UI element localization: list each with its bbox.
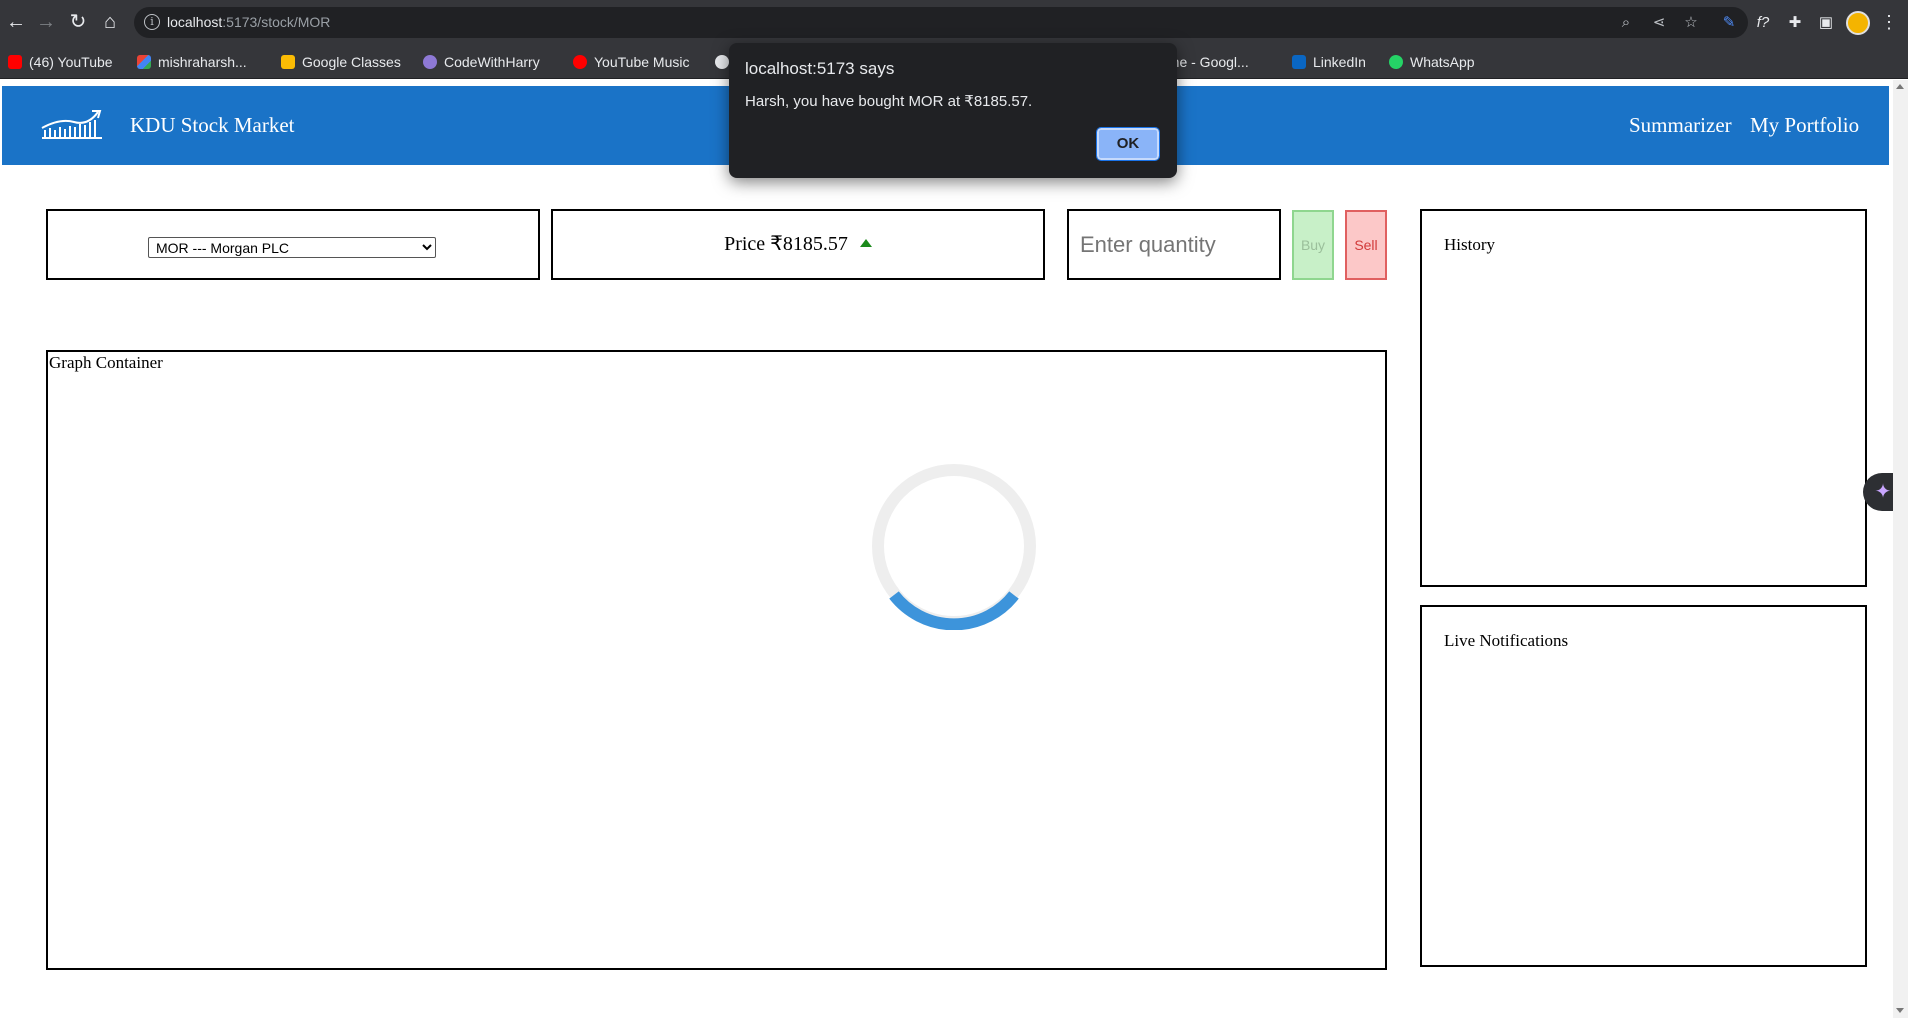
- graph-container: Graph Container: [46, 350, 1387, 970]
- bookmark-gmail[interactable]: mishraharsh...: [137, 52, 247, 72]
- youtube-icon: [8, 55, 22, 69]
- bookmark-label: WhatsApp: [1410, 54, 1475, 70]
- bookmark-github[interactable]: [715, 52, 729, 72]
- page-content: KDU Stock Market Summarizer My Portfolio…: [0, 80, 1908, 1018]
- github-icon: [715, 55, 729, 69]
- bookmark-youtube-music[interactable]: YouTube Music: [573, 52, 689, 72]
- bookmark-label: (46) YouTube: [29, 54, 113, 70]
- live-notifications-title: Live Notifications: [1444, 631, 1569, 650]
- bookmark-youtube[interactable]: (46) YouTube: [8, 52, 113, 72]
- alert-dialog: localhost:5173 says Harsh, you have boug…: [729, 43, 1177, 178]
- scroll-up-arrow-icon[interactable]: [1896, 84, 1904, 89]
- bookmark-label: Google Classes: [302, 54, 401, 70]
- scroll-down-arrow-icon[interactable]: [1896, 1008, 1904, 1013]
- zoom-icon[interactable]: ⌕: [1616, 13, 1636, 33]
- profile-avatar[interactable]: [1846, 11, 1870, 35]
- bookmark-label: LinkedIn: [1313, 54, 1366, 70]
- price-up-arrow-icon: [859, 239, 872, 247]
- whatsapp-icon: [1389, 55, 1403, 69]
- live-notifications-panel: Live Notifications: [1420, 605, 1867, 967]
- history-panel: History: [1420, 209, 1867, 587]
- buy-button[interactable]: Buy: [1292, 210, 1334, 280]
- dialog-title: localhost:5173 says: [745, 59, 895, 78]
- site-info-icon[interactable]: i: [144, 14, 160, 30]
- google-classroom-icon: [281, 55, 295, 69]
- nav-my-portfolio[interactable]: My Portfolio: [1750, 113, 1859, 138]
- bookmark-label: YouTube Music: [594, 54, 690, 70]
- bookmark-whatsapp[interactable]: WhatsApp: [1389, 52, 1475, 72]
- price-label: Price ₹8185.57: [724, 233, 848, 255]
- nav-summarizer[interactable]: Summarizer: [1629, 113, 1732, 138]
- url-text[interactable]: localhost:5173/stock/MOR: [167, 14, 330, 30]
- share-icon[interactable]: ⋖: [1649, 13, 1669, 33]
- bookmark-label: CodeWithHarry: [444, 54, 540, 70]
- dialog-ok-button[interactable]: OK: [1096, 127, 1160, 161]
- extension-pen-icon[interactable]: ✎: [1718, 12, 1740, 34]
- bookmark-google-classes[interactable]: Google Classes: [281, 52, 401, 72]
- home-icon[interactable]: ⌂: [98, 10, 122, 34]
- bookmark-codewithharry[interactable]: CodeWithHarry: [423, 52, 540, 72]
- extensions-puzzle-icon[interactable]: ✚: [1784, 12, 1806, 34]
- graph-title: Graph Container: [49, 353, 163, 372]
- gmail-icon: [137, 55, 151, 69]
- codewithharry-icon: [423, 55, 437, 69]
- sell-button[interactable]: Sell: [1345, 210, 1387, 280]
- stock-dropdown[interactable]: MOR --- Morgan PLC: [148, 237, 436, 258]
- side-panel-icon[interactable]: ▣: [1815, 12, 1837, 34]
- extension-formula-icon[interactable]: f?: [1752, 12, 1774, 34]
- bookmark-star-icon[interactable]: ☆: [1681, 13, 1701, 33]
- forward-arrow-icon[interactable]: →: [34, 10, 58, 34]
- reload-icon[interactable]: ↻: [66, 10, 90, 34]
- url-path: :5173/stock/MOR: [222, 14, 331, 30]
- stock-selector-box: MOR --- Morgan PLC: [46, 209, 540, 280]
- youtube-music-icon: [573, 55, 587, 69]
- linkedin-icon: [1292, 55, 1306, 69]
- stock-chart-logo-icon[interactable]: [40, 108, 104, 142]
- history-title: History: [1444, 235, 1495, 254]
- url-host: localhost: [167, 14, 223, 30]
- back-arrow-icon[interactable]: ←: [4, 10, 28, 34]
- price-box: Price ₹8185.57: [551, 209, 1045, 280]
- dialog-message: Harsh, you have bought MOR at ₹8185.57.: [745, 93, 1033, 110]
- bookmark-label: mishraharsh...: [158, 54, 247, 70]
- browser-toolbar: ← → ↻ ⌂ i localhost:5173/stock/MOR ⌕ ⋖ ☆…: [0, 0, 1908, 45]
- brand-title[interactable]: KDU Stock Market: [130, 113, 294, 138]
- browser-menu-icon[interactable]: ⋮: [1880, 10, 1898, 34]
- page-scrollbar[interactable]: [1893, 80, 1908, 1018]
- loading-spinner-icon: [872, 464, 1036, 630]
- quantity-input[interactable]: [1069, 211, 1279, 278]
- address-bar[interactable]: i localhost:5173/stock/MOR ⌕ ⋖ ☆: [134, 7, 1748, 38]
- quantity-box: [1067, 209, 1281, 280]
- bookmark-linkedin[interactable]: LinkedIn: [1292, 52, 1366, 72]
- price-display: Price ₹8185.57: [553, 231, 1043, 256]
